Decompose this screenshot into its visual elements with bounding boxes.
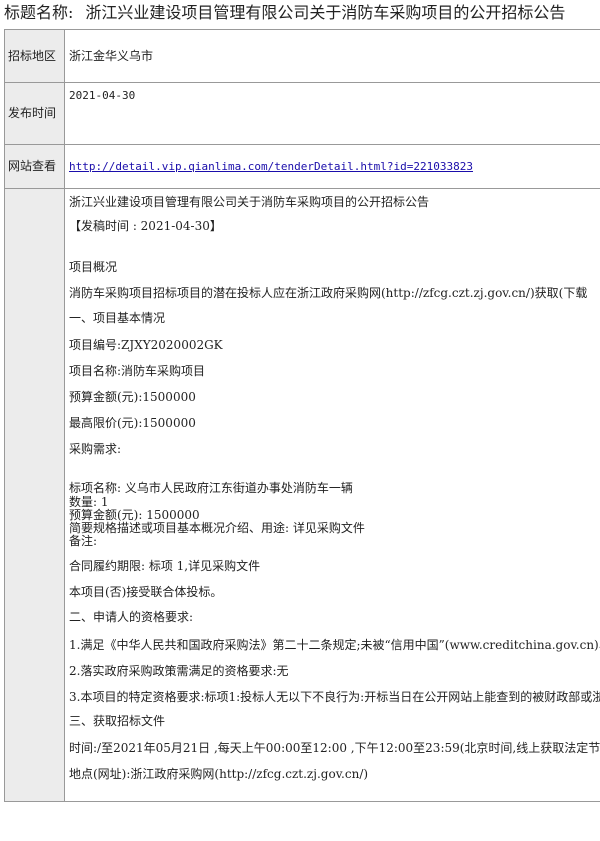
section-heading: 一、项目基本情况 xyxy=(69,311,166,325)
content-label-cell xyxy=(4,188,65,802)
paragraph: 2.落实政府采购政策需满足的资格要求:无 xyxy=(69,664,289,678)
paragraph: 项目编号:ZJXY2020002GK xyxy=(69,338,223,352)
detail-link[interactable]: http://detail.vip.qianlima.com/tenderDet… xyxy=(69,160,473,173)
page-title: 浙江兴业建设项目管理有限公司关于消防车采购项目的公开招标公告 xyxy=(85,3,566,22)
paragraph: 地点(网址):浙江政府采购网(http://zfcg.czt.zj.gov.cn… xyxy=(69,767,369,781)
paragraph: 合同履约期限: 标项 1,详见采购文件 xyxy=(69,559,261,573)
region-label: 招标地区 xyxy=(4,29,65,83)
paragraph: 3.本项目的特定资格要求:标项1:投标人无以下不良行为:开标当日在公开网站上能查… xyxy=(69,690,600,704)
title-row: 标题名称: 浙江兴业建设项目管理有限公司关于消防车采购项目的公开招标公告 xyxy=(4,2,600,26)
paragraph: 标项名称: 义乌市人民政府江东街道办事处消防车一辆 xyxy=(69,481,353,495)
region-row: 招标地区 浙江金华义乌市 xyxy=(4,29,600,83)
region-value: 浙江金华义乌市 xyxy=(64,29,600,83)
title-label: 标题名称: xyxy=(4,3,74,22)
paragraph: 备注: xyxy=(69,534,98,548)
paragraph: 1.满足《中华人民共和国政府采购法》第二十二条规定;未被“信用中国”(www.c… xyxy=(69,638,600,652)
url-label: 网站查看 xyxy=(4,144,65,189)
paragraph: 简要规格描述或项目基本概况介绍、用途: 详见采购文件 xyxy=(69,521,365,535)
paragraph: 本项目(否)接受联合体投标。 xyxy=(69,585,223,599)
paragraph: 消防车采购项目招标项目的潜在投标人应在浙江政府采购网(http://zfcg.c… xyxy=(69,286,588,300)
content-row: 浙江兴业建设项目管理有限公司关于消防车采购项目的公开招标公告 【发稿时间 : 2… xyxy=(4,188,600,802)
info-table: 招标地区 浙江金华义乌市 发布时间 2021-04-30 网站查看 http:/… xyxy=(4,29,600,802)
publish-row: 发布时间 2021-04-30 xyxy=(4,82,600,145)
url-row: 网站查看 http://detail.vip.qianlima.com/tend… xyxy=(4,144,600,189)
announcement-heading: 浙江兴业建设项目管理有限公司关于消防车采购项目的公开招标公告 xyxy=(69,195,430,209)
paragraph: 时间:/至2021年05月21日 ,每天上午00:00至12:00 ,下午12:… xyxy=(69,741,600,755)
paragraph: 采购需求: xyxy=(69,442,122,456)
publish-value: 2021-04-30 xyxy=(64,82,600,145)
section-heading: 三、获取招标文件 xyxy=(69,714,166,728)
publish-note: 【发稿时间 : 2021-04-30】 xyxy=(69,219,222,233)
paragraph: 预算金额(元):1500000 xyxy=(69,390,196,404)
paragraph: 项目名称:消防车采购项目 xyxy=(69,364,206,378)
section-heading: 项目概况 xyxy=(69,260,118,274)
publish-label: 发布时间 xyxy=(4,82,65,145)
announcement-body: 浙江兴业建设项目管理有限公司关于消防车采购项目的公开招标公告 【发稿时间 : 2… xyxy=(66,190,600,801)
paragraph: 最高限价(元):1500000 xyxy=(69,416,196,430)
section-heading: 二、申请人的资格要求: xyxy=(69,610,194,624)
